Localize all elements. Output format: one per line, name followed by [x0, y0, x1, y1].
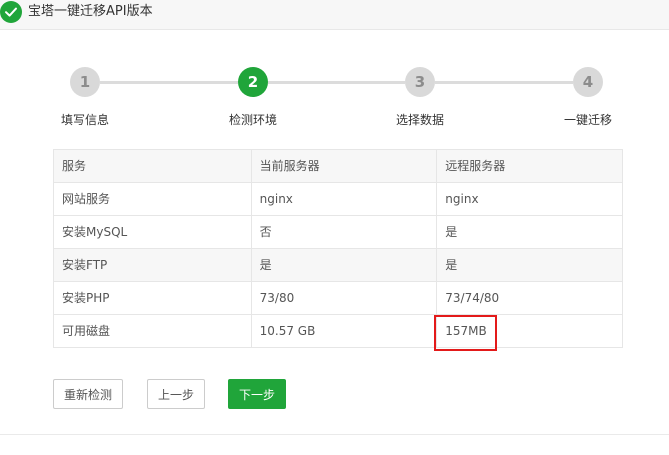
step-3-circle: 3: [405, 67, 435, 97]
table-cell: 可用磁盘: [53, 314, 252, 348]
window-title: 宝塔一键迁移API版本: [28, 4, 153, 19]
table-cell: 73/80: [250, 281, 438, 315]
table-cell: nginx: [436, 182, 623, 216]
table-row: 安装PHP 73/80 73/74/80: [53, 281, 623, 315]
step-connector: [435, 81, 573, 84]
step-1-circle: 1: [70, 67, 100, 97]
table-header-cell: 当前服务器: [250, 149, 438, 183]
step-2-circle: 2: [238, 67, 268, 97]
table-cell-remote-disk: 157MB: [436, 314, 623, 348]
table-cell: 是: [436, 248, 623, 282]
step-4-label: 一键迁移: [564, 113, 613, 127]
table-row: 可用磁盘 10.57 GB 157MB: [53, 314, 623, 348]
step-connector: [268, 81, 405, 84]
table-header-cell: 服务: [53, 149, 252, 183]
environment-table: 服务 当前服务器 远程服务器 网站服务 nginx nginx 安装MySQL …: [53, 149, 623, 348]
table-cell: 否: [250, 215, 438, 249]
step-4-circle: 4: [573, 67, 603, 97]
table-cell: 网站服务: [53, 182, 252, 216]
table-row: 安装FTP 是 是: [53, 248, 623, 282]
recheck-button[interactable]: 重新检测: [53, 379, 123, 409]
table-cell: 10.57 GB: [250, 314, 438, 348]
table-cell: 是: [436, 215, 623, 249]
step-1-label: 填写信息: [61, 113, 110, 127]
migration-dialog: 宝塔一键迁移API版本 1 2 3 4 填写信息 检测环境 选择数据 一键迁移 …: [0, 0, 669, 455]
step-connector: [100, 81, 238, 84]
table-row: 安装MySQL 否 是: [53, 215, 623, 249]
table-cell: 安装MySQL: [53, 215, 252, 249]
prev-step-button[interactable]: 上一步: [147, 379, 205, 409]
title-bar: 宝塔一键迁移API版本: [0, 0, 669, 30]
step-2-label: 检测环境: [229, 113, 278, 127]
divider: [0, 434, 669, 435]
table-cell: 是: [250, 248, 438, 282]
next-step-button[interactable]: 下一步: [228, 379, 286, 409]
table-cell: 73/74/80: [436, 281, 623, 315]
table-header-cell: 远程服务器: [436, 149, 623, 183]
table-cell: 安装FTP: [53, 248, 252, 282]
table-cell: 安装PHP: [53, 281, 252, 315]
step-3-label: 选择数据: [396, 113, 445, 127]
table-row: 网站服务 nginx nginx: [53, 182, 623, 216]
table-cell: nginx: [250, 182, 438, 216]
check-circle-icon: [0, 1, 22, 23]
table-header-row: 服务 当前服务器 远程服务器: [53, 149, 623, 183]
